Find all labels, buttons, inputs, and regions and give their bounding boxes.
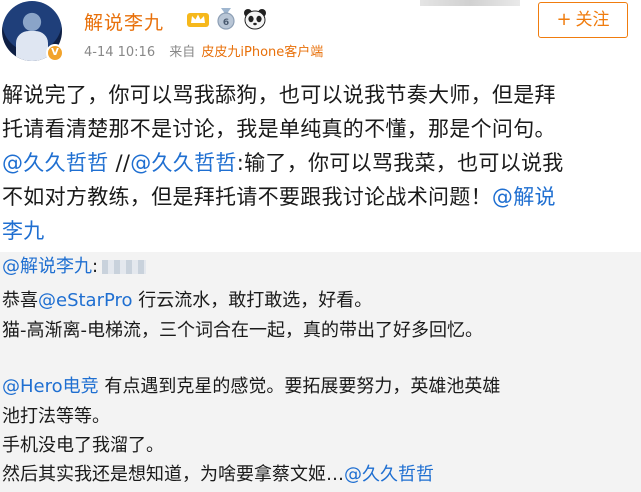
text-segment: 行云流水，敢打敢选，好看。 — [132, 290, 373, 311]
post-body: 解说完了，你可以骂我舔狗，也可以说我节奏大师，但是拜 托请看清楚那不是讨论，我是… — [2, 78, 638, 248]
mention-link[interactable]: @解说李九 — [2, 256, 92, 277]
text-segment: // — [108, 151, 131, 175]
post-body-line: 解说完了，你可以骂我舔狗，也可以说我节奏大师，但是拜 — [2, 78, 638, 112]
post-source-link[interactable]: 皮皮九iPhone客户端 — [201, 45, 323, 60]
text-segment: 猫-高渐离-电梯流，三个词合在一起，真的带出了好多回忆。 — [2, 320, 483, 341]
repost-separator: : — [92, 256, 99, 277]
follow-label: 关注 — [575, 10, 610, 30]
comment-line: 猫-高渐离-电梯流，三个词合在一起，真的带出了好多回忆。 — [2, 318, 483, 344]
text-segment: 托请看清楚那不是讨论，我是单纯真的不懂，那是个问句。 — [2, 117, 556, 141]
post-header: V 解说李九 6 4-14 10:16 来自 皮皮九iPhone客户端 + 关注 — [0, 0, 641, 64]
medal-icon: 6 — [217, 8, 235, 30]
post-meta: 4-14 10:16 来自 皮皮九iPhone客户端 — [84, 41, 323, 60]
mention-link[interactable]: @解说 — [492, 185, 556, 209]
blurred-text — [102, 260, 147, 274]
comment-line: 手机没电了我溜了。 — [2, 433, 164, 459]
mention-link[interactable]: 李九 — [2, 219, 45, 243]
source-prefix: 来自 — [169, 45, 196, 60]
text-segment: 然后其实我还是想知道，为啥要拿蔡文姬… — [2, 464, 344, 485]
follow-button[interactable]: + 关注 — [538, 2, 628, 38]
panda-icon — [244, 9, 266, 30]
text-segment: 不如对方教练，但是拜托请不要跟我讨论战术问题！ — [2, 185, 492, 209]
post-body-line: 托请看清楚那不是讨论，我是单纯真的不懂，那是个问句。 — [2, 112, 638, 146]
text-segment: 恭喜 — [2, 290, 38, 311]
post-body-line: 李九 — [2, 214, 638, 248]
text-segment: 解说完了，你可以骂我舔狗，也可以说我节奏大师，但是拜 — [2, 83, 556, 107]
mention-link[interactable]: @久久哲哲 — [344, 464, 434, 485]
repost-area: @解说李九: 恭喜@eStarPro 行云流水，敢打敢选，好看。 猫-高渐离-电… — [0, 252, 641, 492]
plus-icon: + — [556, 9, 572, 30]
svg-text:6: 6 — [223, 18, 229, 28]
post-timestamp: 4-14 10:16 — [84, 45, 156, 60]
mention-link[interactable]: @久久哲哲 — [2, 151, 109, 175]
post-body-line: @久久哲哲 //@久久哲哲:输了，你可以骂我菜，也可以说我 — [2, 146, 638, 180]
username[interactable]: 解说李九 — [84, 8, 164, 35]
text-segment: 池打法等等。 — [2, 406, 110, 427]
verified-badge: V — [46, 44, 64, 62]
post-body-line: 不如对方教练，但是拜托请不要跟我讨论战术问题！@解说 — [2, 180, 638, 214]
mention-link[interactable]: @eStarPro — [38, 290, 133, 311]
comment-line: 恭喜@eStarPro 行云流水，敢打敢选，好看。 — [2, 288, 372, 314]
comment-line: 然后其实我还是想知道，为啥要拿蔡文姬…@久久哲哲 — [2, 462, 434, 488]
text-segment: 有点遇到克星的感觉。要拓展要努力，英雄池英雄 — [98, 376, 501, 397]
mention-link[interactable]: @久久哲哲 — [130, 151, 237, 175]
text-segment: :输了，你可以骂我菜，也可以说我 — [236, 151, 564, 175]
repost-header: @解说李九: — [2, 254, 147, 280]
text-segment: 手机没电了我溜了。 — [2, 435, 164, 456]
crown-icon — [187, 13, 209, 27]
comment-line: @Hero电竞 有点遇到克星的感觉。要拓展要努力，英雄池英雄 — [2, 374, 500, 400]
blurred-region — [420, 0, 520, 6]
comment-line: 池打法等等。 — [2, 404, 110, 430]
mention-link[interactable]: @Hero电竞 — [2, 376, 99, 397]
